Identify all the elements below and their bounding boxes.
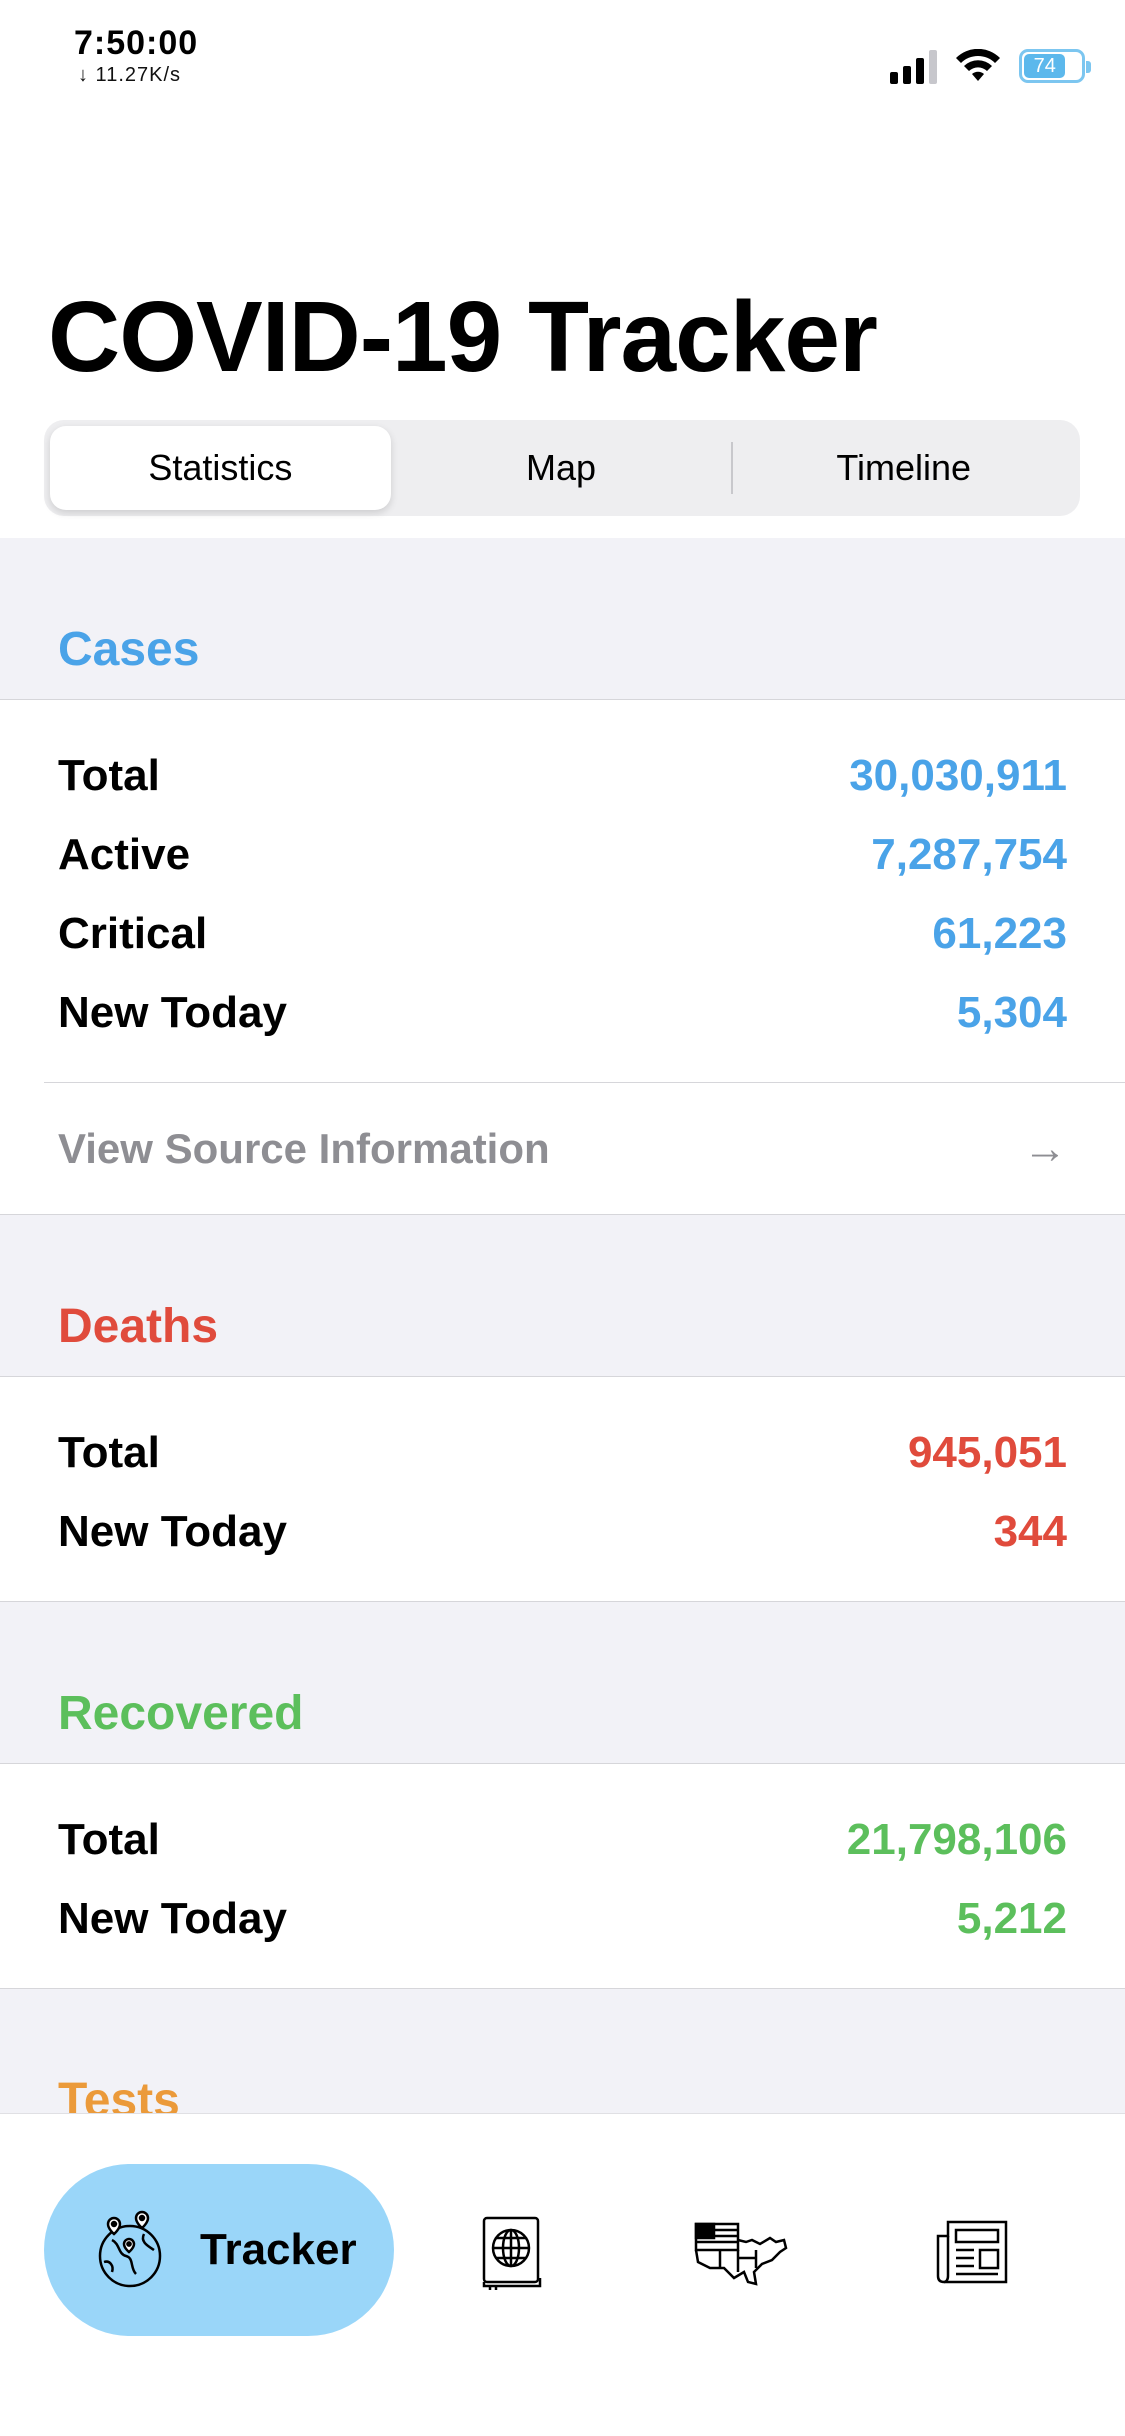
cases-total-value: 30,030,911 <box>849 750 1067 800</box>
row-label: New Today <box>58 1506 288 1556</box>
deaths-section-header: Deaths <box>0 1215 1125 1377</box>
cases-critical-row: Critical 61,223 <box>0 894 1125 973</box>
cases-critical-value: 61,223 <box>932 908 1067 958</box>
status-time: 7:50:00 <box>74 24 199 62</box>
view-source-label: View Source Information <box>58 1124 550 1172</box>
cases-new-today-value: 5,304 <box>956 987 1067 1037</box>
row-label: Total <box>58 750 160 800</box>
cases-section-header: Cases <box>0 538 1125 700</box>
wifi-icon <box>956 49 1000 81</box>
recovered-section: Total 21,798,106 New Today 5,212 <box>0 1764 1125 1989</box>
recovered-section-header: Recovered <box>0 1602 1125 1764</box>
globe-book-icon[interactable] <box>470 2212 550 2292</box>
tab-map[interactable]: Map <box>391 426 732 510</box>
recovered-header: Recovered <box>58 1687 304 1740</box>
tab-statistics[interactable]: Statistics <box>50 426 391 510</box>
network-speed: ↓ 11.27K/s <box>78 64 182 86</box>
row-label: Critical <box>58 908 208 958</box>
cases-new-today-row: New Today 5,304 <box>0 973 1125 1052</box>
status-indicators: 74 <box>890 48 1091 84</box>
deaths-section: Total 945,051 New Today 344 <box>0 1377 1125 1602</box>
cases-total-row: Total 30,030,911 <box>0 736 1125 815</box>
deaths-new-today-value: 344 <box>993 1506 1067 1556</box>
cases-section: Total 30,030,911 Active 7,287,754 Critic… <box>0 700 1125 1215</box>
battery-icon: 74 <box>1019 49 1091 83</box>
tab-tracker[interactable]: Tracker <box>44 2164 394 2336</box>
usa-map-icon[interactable] <box>690 2212 794 2292</box>
recovered-new-today-value: 5,212 <box>956 1893 1067 1943</box>
status-bar: 7:50:00 ↓ 11.27K/s 74 <box>0 0 1125 110</box>
segmented-control: Statistics Map Timeline <box>44 420 1080 516</box>
newspaper-icon[interactable] <box>934 2212 1014 2292</box>
tab-bar: Tracker <box>0 2113 1125 2436</box>
row-label: Active <box>58 829 191 879</box>
row-label: New Today <box>58 987 288 1037</box>
statistics-list[interactable]: Cases Total 30,030,911 Active 7,287,754 … <box>0 538 1125 2113</box>
row-label: Total <box>58 1427 160 1477</box>
tests-section-header: Tests <box>0 1989 1125 2113</box>
battery-level: 74 <box>1024 54 1066 78</box>
deaths-total-row: Total 945,051 <box>0 1413 1125 1492</box>
view-source-button[interactable]: View Source Information → <box>44 1082 1125 1214</box>
tests-header: Tests <box>58 2074 180 2113</box>
cases-active-value: 7,287,754 <box>871 829 1067 879</box>
arrow-right-icon: → <box>1023 1123 1067 1173</box>
recovered-total-value: 21,798,106 <box>846 1814 1067 1864</box>
recovered-total-row: Total 21,798,106 <box>0 1800 1125 1879</box>
tab-timeline[interactable]: Timeline <box>733 426 1074 510</box>
row-label: New Today <box>58 1893 288 1943</box>
deaths-total-value: 945,051 <box>907 1427 1067 1477</box>
page-title: COVID-19 Tracker <box>48 281 878 393</box>
deaths-new-today-row: New Today 344 <box>0 1492 1125 1571</box>
cases-active-row: Active 7,287,754 <box>0 815 1125 894</box>
row-label: Total <box>58 1814 160 1864</box>
tab-tracker-label: Tracker <box>200 2225 357 2274</box>
globe-pins-icon <box>98 2210 162 2288</box>
deaths-header: Deaths <box>58 1300 219 1353</box>
cellular-signal-icon <box>890 48 937 84</box>
cases-header: Cases <box>58 623 200 676</box>
recovered-new-today-row: New Today 5,212 <box>0 1879 1125 1958</box>
